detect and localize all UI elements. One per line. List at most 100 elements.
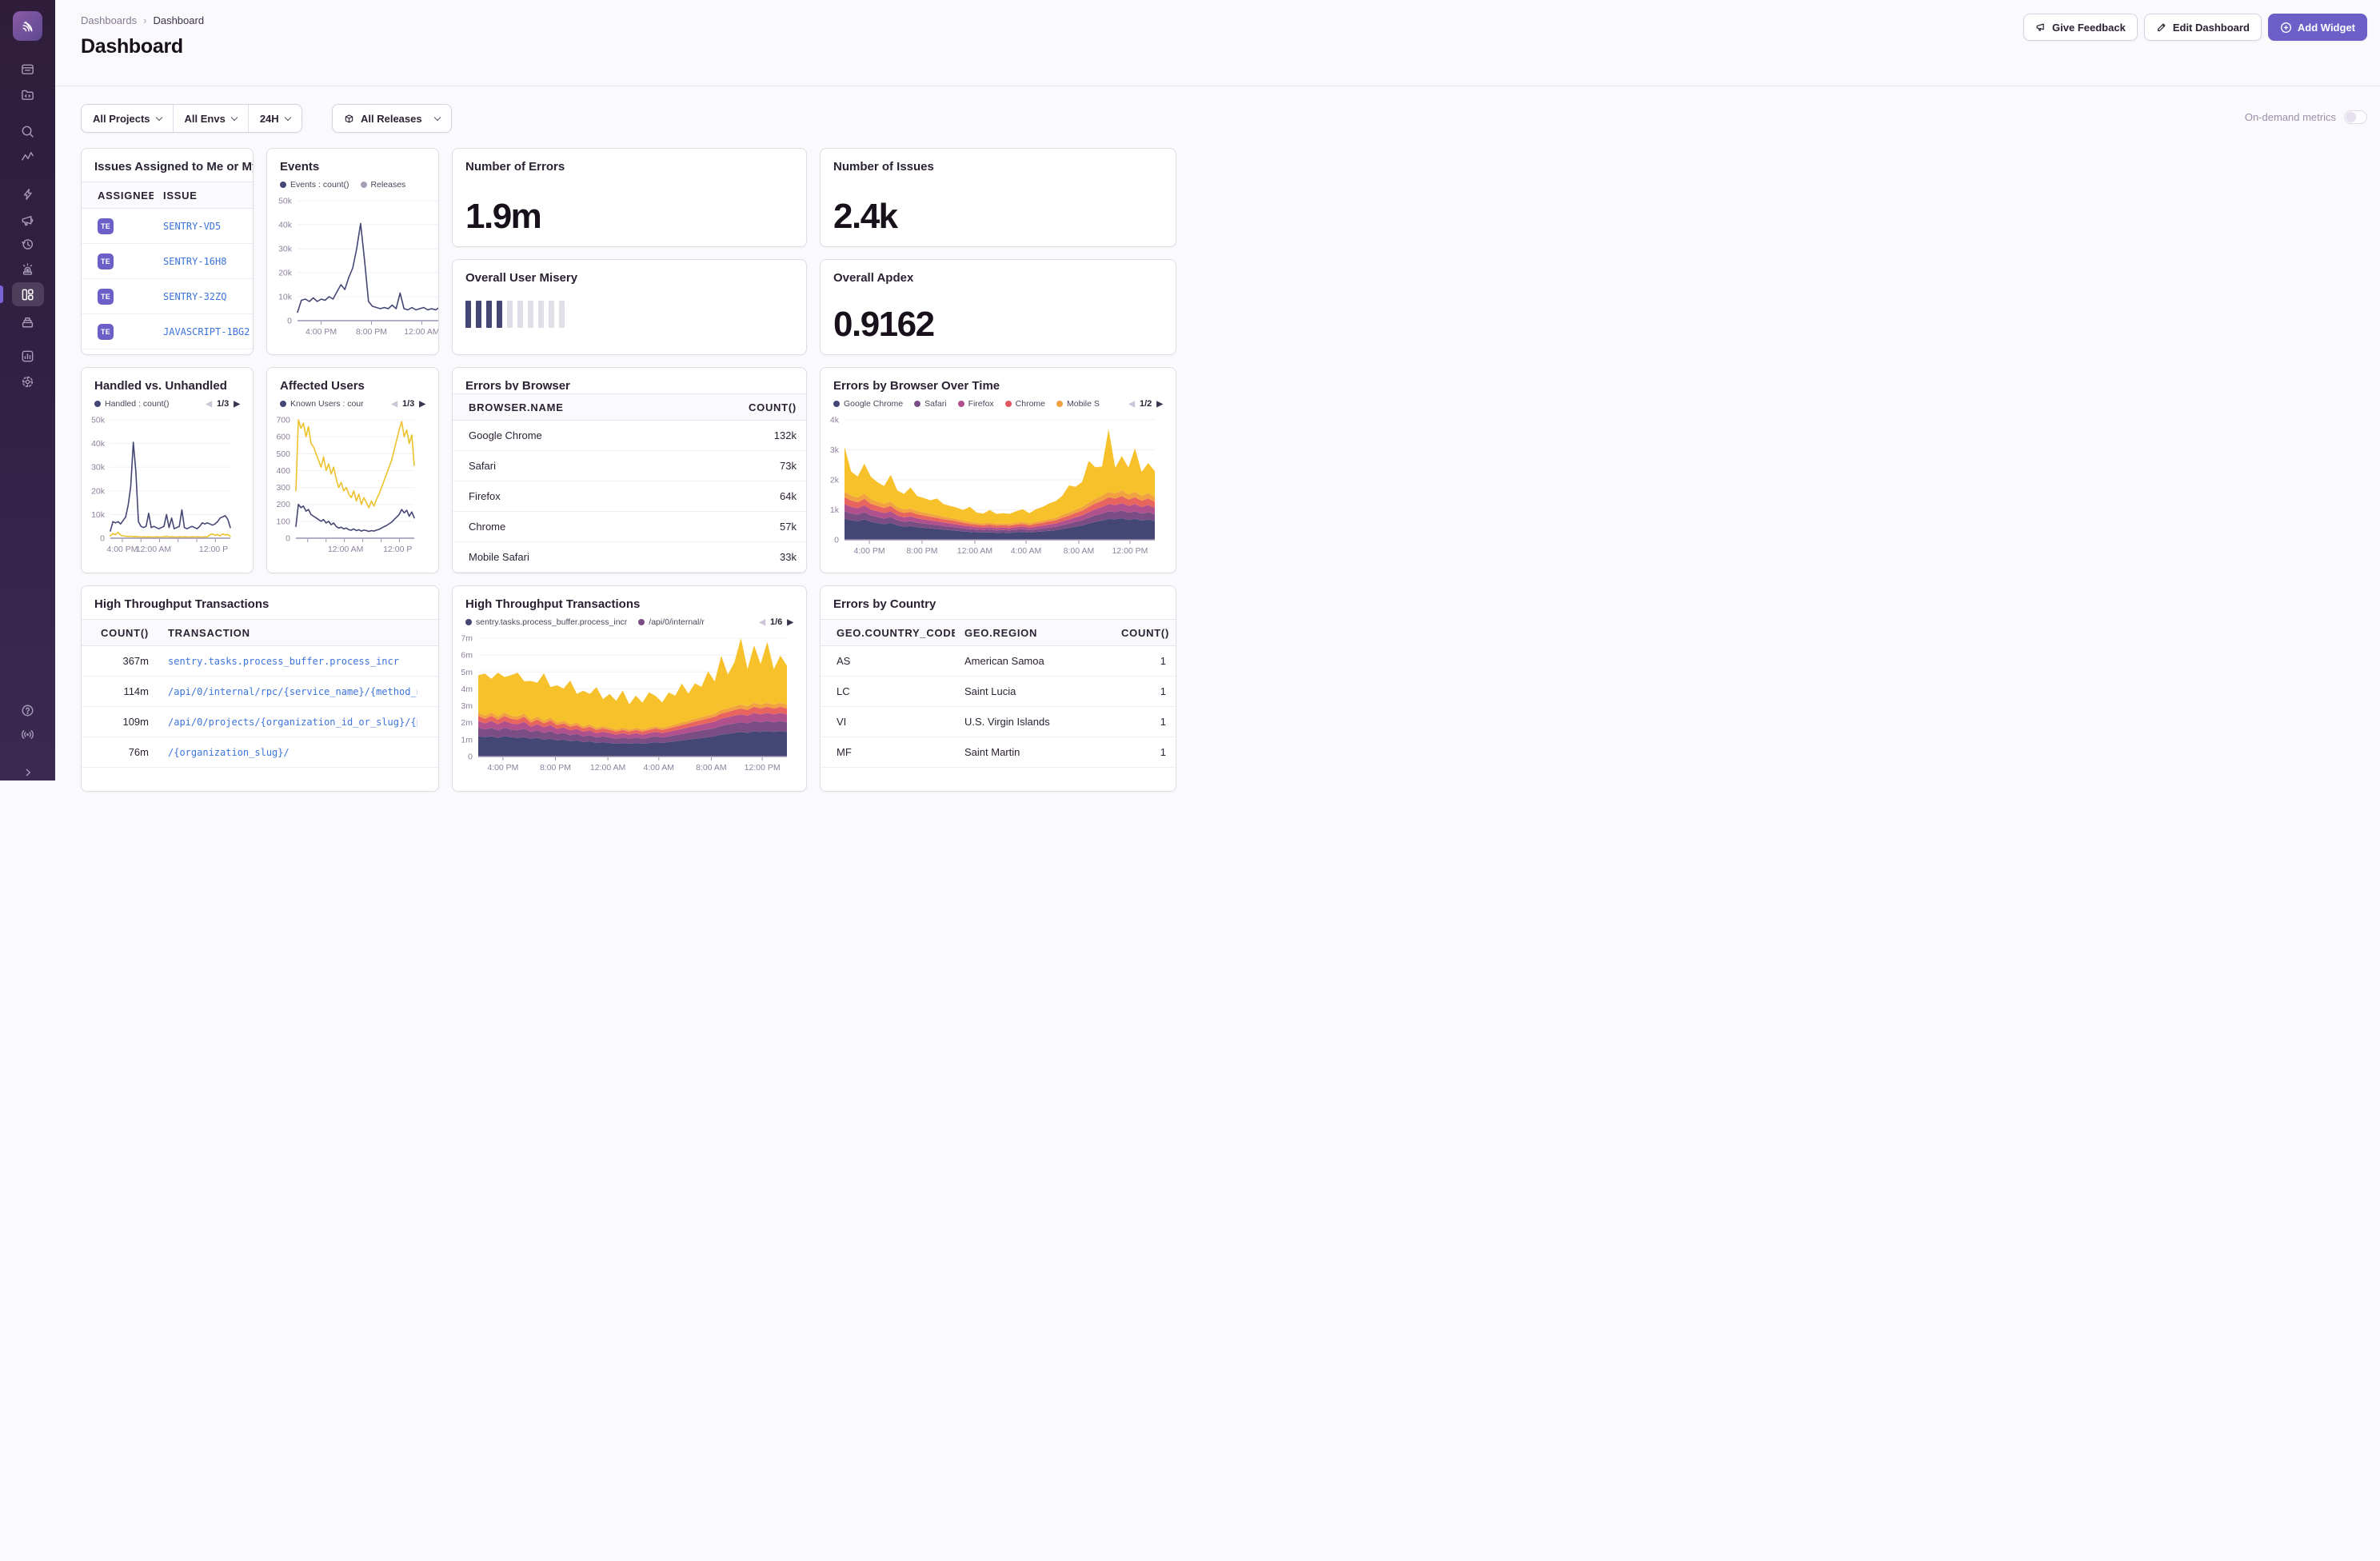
misery-bar-filled xyxy=(497,301,502,328)
svg-text:6m: 6m xyxy=(461,651,473,661)
legend-dot xyxy=(914,401,920,407)
breadcrumb-current: Dashboard xyxy=(153,14,204,26)
sidebar-item-issues[interactable] xyxy=(12,57,44,81)
legend-item[interactable]: Releases xyxy=(361,180,406,190)
svg-text:0: 0 xyxy=(100,534,105,544)
widget-title: Errors by Country xyxy=(821,586,1176,616)
dashboard-grid: Number of Errors 1.9m Number of Issues 2… xyxy=(81,148,1176,792)
sidebar-item-alerts[interactable] xyxy=(12,257,44,281)
legend-item[interactable]: Handled : count() xyxy=(94,399,170,409)
give-feedback-button[interactable]: Give Feedback xyxy=(2023,14,2138,41)
high-throughput-chart: 01m2m3m4m5m6m7m4:00 PM8:00 PM12:00 AM4:0… xyxy=(453,627,806,791)
svg-text:10k: 10k xyxy=(91,510,106,520)
table-row: Safari73k xyxy=(453,451,806,481)
column-header: GEO.COUNTRY_CODE xyxy=(821,627,955,639)
link[interactable]: /api/0/internal/rpc/{service_name}/{meth… xyxy=(168,686,417,697)
sidebar-item-search[interactable] xyxy=(12,119,44,143)
ondemand-metrics-toggle[interactable] xyxy=(2344,110,2367,124)
pagination-prev-icon[interactable]: ◀ xyxy=(206,400,212,409)
pagination-next-icon[interactable]: ▶ xyxy=(419,400,425,409)
sentry-logo[interactable] xyxy=(13,11,42,41)
date-range-filter[interactable]: 24H xyxy=(248,105,301,132)
avatar[interactable]: TE xyxy=(98,218,114,234)
column-header: COUNT() xyxy=(1112,627,1176,639)
legend-item[interactable]: Chrome xyxy=(1005,399,1045,409)
legend-dot xyxy=(94,401,101,407)
legend-item[interactable]: Safari xyxy=(914,399,946,409)
svg-text:12:00 P: 12:00 P xyxy=(383,545,412,554)
legend-dot xyxy=(280,182,286,188)
table-row: 109m/api/0/projects/{organization_id_or_… xyxy=(82,707,438,737)
pagination-next-icon[interactable]: ▶ xyxy=(1156,400,1163,409)
link[interactable]: SENTRY-32ZQ xyxy=(163,291,226,302)
avatar[interactable]: TE xyxy=(98,324,114,340)
breadcrumb-dashboards-link[interactable]: Dashboards xyxy=(81,14,137,26)
link[interactable]: /{organization_slug}/ xyxy=(168,747,290,758)
sidebar-item-performance[interactable] xyxy=(12,145,44,169)
errors-by-browser-table: BROWSER.NAMECOUNT()Google Chrome132kSafa… xyxy=(453,393,806,573)
legend-item[interactable]: Events : count() xyxy=(280,180,349,190)
chevron-down-icon xyxy=(433,114,440,120)
column-header: COUNT() xyxy=(726,401,806,413)
releases-filter[interactable]: All Releases xyxy=(332,104,452,133)
pagination-prev-icon[interactable]: ◀ xyxy=(1128,400,1135,409)
sidebar-item-projects[interactable] xyxy=(12,82,44,106)
sidebar-item-help[interactable] xyxy=(12,698,44,722)
svg-text:200: 200 xyxy=(276,500,290,509)
table-row: 114m/api/0/internal/rpc/{service_name}/{… xyxy=(82,677,438,707)
svg-text:500: 500 xyxy=(276,449,290,459)
avatar[interactable]: TE xyxy=(98,289,114,305)
sidebar-item-whats-new[interactable] xyxy=(12,722,44,746)
environment-filter[interactable]: All Envs xyxy=(173,105,248,132)
table-header-row: COUNT()TRANSACTION xyxy=(82,619,438,646)
table-cell: AS xyxy=(821,655,955,667)
pagination-prev-icon[interactable]: ◀ xyxy=(391,400,397,409)
sidebar-item-settings[interactable] xyxy=(12,369,44,393)
legend-dot xyxy=(280,401,286,407)
table-cell: 76m xyxy=(82,746,158,758)
legend-item[interactable]: Firefox xyxy=(958,399,994,409)
pagination-next-icon[interactable]: ▶ xyxy=(787,618,793,627)
browser-over-time-chart: 01k2k3k4k4:00 PM8:00 PM12:00 AM4:00 AM8:… xyxy=(821,409,1176,573)
legend-item[interactable]: /api/0/internal/r xyxy=(638,617,704,627)
user-misery-bars xyxy=(453,289,806,328)
legend-item[interactable]: sentry.tasks.process_buffer.process_incr xyxy=(465,617,627,627)
high-throughput-table: COUNT()TRANSACTION367msentry.tasks.proce… xyxy=(82,619,438,791)
sidebar-item-stats[interactable] xyxy=(12,344,44,368)
pagination-count: 1/3 xyxy=(402,399,414,409)
widget-issues-assigned: Issues Assigned to Me or My Teams ASSIGN… xyxy=(81,148,254,355)
pagination-next-icon[interactable]: ▶ xyxy=(234,400,240,409)
sidebar-item-dashboards[interactable] xyxy=(12,282,44,306)
sidebar-item-feedback[interactable] xyxy=(12,208,44,232)
svg-text:30k: 30k xyxy=(278,245,293,254)
svg-text:8:00 PM: 8:00 PM xyxy=(356,327,387,337)
pagination-prev-icon[interactable]: ◀ xyxy=(759,618,765,627)
svg-text:4:00 PM: 4:00 PM xyxy=(853,546,885,556)
edit-dashboard-button[interactable]: Edit Dashboard xyxy=(2144,14,2262,41)
sidebar-item-quick-start[interactable] xyxy=(12,182,44,206)
project-filter[interactable]: All Projects xyxy=(82,105,173,132)
sidebar-item-releases[interactable] xyxy=(12,309,44,333)
sidebar-item-replays[interactable] xyxy=(12,232,44,256)
link[interactable]: /api/0/projects/{organization_id_or_slug… xyxy=(168,717,417,728)
table-row: LCSaint Lucia1 xyxy=(821,677,1176,707)
legend-item[interactable]: Mobile S xyxy=(1056,399,1100,409)
svg-text:12:00 AM: 12:00 AM xyxy=(957,546,992,556)
link[interactable]: SENTRY-VD5 xyxy=(163,221,221,232)
legend-item[interactable]: Known Users : cour xyxy=(280,399,364,409)
avatar[interactable]: TE xyxy=(98,254,114,269)
link[interactable]: sentry.tasks.process_buffer.process_incr xyxy=(168,656,399,667)
svg-text:0: 0 xyxy=(287,317,292,326)
link[interactable]: SENTRY-16H8 xyxy=(163,256,226,267)
sidebar-collapse-toggle[interactable] xyxy=(12,761,44,784)
chevron-right-icon xyxy=(22,766,34,779)
link[interactable]: JAVASCRIPT-1BG2 xyxy=(163,326,250,337)
legend-item[interactable]: Google Chrome xyxy=(833,399,903,409)
misery-bar-empty xyxy=(507,301,513,328)
misery-bar-empty xyxy=(559,301,565,328)
misery-bar-empty xyxy=(549,301,554,328)
add-widget-button[interactable]: Add Widget xyxy=(2268,14,2367,41)
table-row: TESENTRY-32ZQSoftTimeLimitExceeded xyxy=(82,279,253,314)
svg-text:4k: 4k xyxy=(830,416,840,425)
column-header: ISSUE xyxy=(154,190,254,202)
